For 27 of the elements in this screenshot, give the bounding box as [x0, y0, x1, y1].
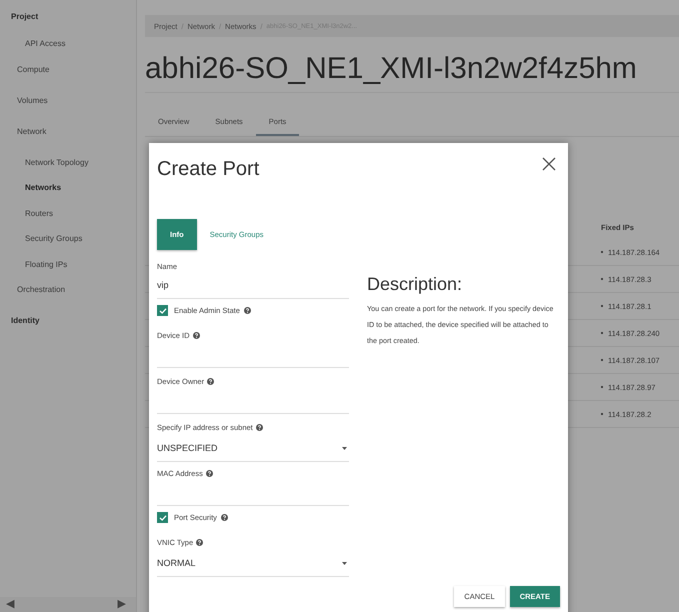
close-button[interactable] — [542, 157, 556, 171]
sidebar-item[interactable]: API Access — [0, 38, 136, 50]
checkbox[interactable] — [157, 305, 168, 316]
checkbox[interactable] — [157, 512, 168, 523]
sidebar-item[interactable]: Routers — [0, 208, 136, 220]
sidebar-item[interactable]: Network — [0, 126, 136, 138]
sidebar-item[interactable]: Orchestration — [0, 284, 136, 296]
scroll-left-button[interactable]: ◀ — [6, 598, 14, 610]
select-field[interactable]: NORMAL — [157, 550, 349, 577]
sidebar-section[interactable]: Project — [0, 11, 136, 23]
check-icon — [158, 514, 166, 522]
select-field[interactable]: UNSPECIFIED — [157, 435, 349, 462]
caret-icon — [342, 562, 347, 564]
sidebar-item[interactable]: Compute — [0, 64, 136, 76]
close-icon — [542, 157, 556, 171]
check-icon — [158, 306, 166, 314]
modal-title: Create Port — [157, 157, 260, 181]
sidebar-item[interactable]: Volumes — [0, 94, 136, 106]
page-title: abhi26-SO_NE1_XMI-l3n2w2f4z5hm — [145, 37, 679, 93]
scroll-right-button[interactable]: ▶ — [118, 598, 126, 610]
sidebar-section[interactable]: Identity — [0, 315, 136, 327]
sidebar-item[interactable]: Network Topology — [0, 156, 136, 168]
sidebar-item[interactable]: Security Groups — [0, 233, 136, 245]
description-title: Description: — [367, 274, 464, 295]
sidebar-item[interactable]: Networks — [0, 182, 136, 194]
caret-icon — [342, 446, 347, 450]
sidebar-item[interactable]: Floating IPs — [0, 258, 136, 270]
